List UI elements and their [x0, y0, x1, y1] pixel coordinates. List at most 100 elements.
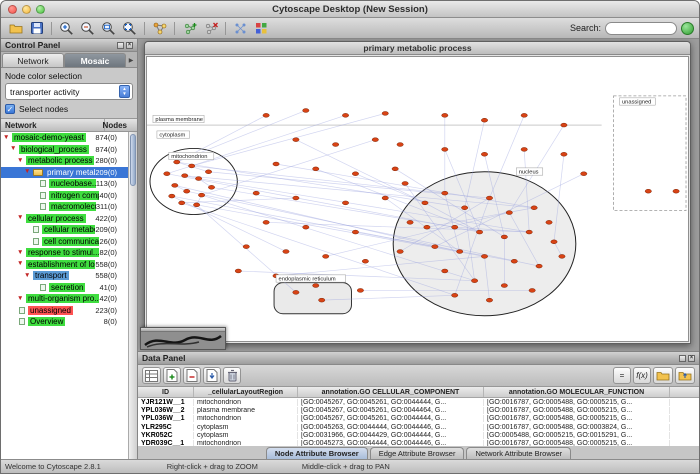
network-node[interactable] — [442, 269, 448, 273]
network-node[interactable] — [283, 250, 289, 254]
tree-scrollbar[interactable] — [128, 132, 137, 459]
network-node[interactable] — [169, 194, 175, 198]
tab-node-attribute-browser[interactable]: Node Attribute Browser — [266, 447, 368, 459]
tab-mosaic[interactable]: Mosaic — [64, 53, 126, 67]
network-node[interactable] — [397, 143, 403, 147]
network-node[interactable] — [198, 193, 204, 197]
tree-row-metabolic-process[interactable]: ▼metabolic process280(0) — [1, 155, 128, 167]
network-view-title[interactable]: primary metabolic process — [145, 42, 690, 55]
tree-row-cellular-process[interactable]: ▼cellular process422(0) — [1, 213, 128, 225]
network-node[interactable] — [461, 206, 467, 210]
network-node[interactable] — [526, 230, 532, 234]
import-attribute-icon[interactable] — [203, 367, 221, 384]
network-node[interactable] — [303, 109, 309, 113]
tree-row-primary-metabo[interactable]: ▼primary metabo...209(0) — [1, 167, 128, 179]
network-node[interactable] — [164, 172, 170, 176]
network-node[interactable] — [561, 152, 567, 156]
network-node[interactable] — [357, 288, 363, 292]
zoom-window-button[interactable] — [36, 5, 45, 14]
table-row[interactable]: YPL036W__1mitochondrion[GO:0045267, GO:0… — [138, 415, 699, 423]
close-window-button[interactable] — [8, 5, 17, 14]
network-node[interactable] — [208, 185, 214, 189]
network-node[interactable] — [243, 245, 249, 249]
network-node[interactable] — [273, 162, 279, 166]
network-node[interactable] — [407, 220, 413, 224]
network-node[interactable] — [174, 160, 180, 164]
tree-row-transport[interactable]: ▼transport558(0) — [1, 270, 128, 282]
network-node[interactable] — [546, 220, 552, 224]
network-node[interactable] — [179, 201, 185, 205]
destroy-network-icon[interactable] — [201, 20, 220, 37]
tree-row-multi-organism-pro[interactable]: ▼multi-organism pro...42(0) — [1, 293, 128, 305]
tab-overflow-arrow-icon[interactable]: ▶ — [126, 53, 136, 67]
zoom-in-icon[interactable] — [57, 20, 76, 37]
float-panel-icon[interactable] — [679, 355, 686, 362]
network-node[interactable] — [392, 167, 398, 171]
network-node[interactable] — [529, 288, 535, 292]
network-node[interactable] — [263, 220, 269, 224]
overview-network-window[interactable] — [140, 327, 226, 350]
tree-row-response-to-stimul[interactable]: ▼response to stimul...82(0) — [1, 247, 128, 259]
tree-row-establishment-of-lo[interactable]: ▼establishment of lo...558(0) — [1, 259, 128, 271]
network-node[interactable] — [673, 189, 679, 193]
network-node[interactable] — [205, 170, 211, 174]
equation-button[interactable]: = — [613, 367, 631, 384]
network-node[interactable] — [581, 172, 587, 176]
table-row[interactable]: YJR121W__1mitochondrion[GO:0045267, GO:0… — [138, 398, 699, 406]
network-node[interactable] — [382, 111, 388, 115]
expand-triangle-icon[interactable]: ▼ — [17, 249, 26, 257]
network-node[interactable] — [422, 201, 428, 205]
network-node[interactable] — [402, 181, 408, 185]
tree-scrollbar-thumb[interactable] — [130, 134, 136, 186]
column-header-1[interactable]: _cellularLayoutRegion — [194, 387, 298, 397]
open-session-icon[interactable] — [6, 20, 25, 37]
network-node[interactable] — [442, 113, 448, 117]
network-node[interactable] — [352, 172, 358, 176]
tree-row-cellular-metabo[interactable]: ▼cellular metabo...209(0) — [1, 224, 128, 236]
network-node[interactable] — [235, 269, 241, 273]
network-node[interactable] — [452, 293, 458, 297]
network-node[interactable] — [313, 167, 319, 171]
network-node[interactable] — [501, 235, 507, 239]
save-session-icon[interactable] — [27, 20, 46, 37]
network-node[interactable] — [293, 138, 299, 142]
table-row[interactable]: YPL036W__2plasma membrane[GO:0045267, GO… — [138, 406, 699, 414]
network-node[interactable] — [506, 211, 512, 215]
delete-attribute-icon[interactable] — [183, 367, 201, 384]
network-node[interactable] — [432, 245, 438, 249]
attribute-list-icon[interactable] — [142, 367, 161, 384]
expand-triangle-icon[interactable]: ▼ — [3, 134, 12, 142]
float-panel-icon[interactable] — [117, 42, 124, 49]
network-node[interactable] — [182, 174, 188, 178]
network-node[interactable] — [397, 250, 403, 254]
function-builder-button[interactable]: f(x) — [633, 367, 651, 384]
expand-triangle-icon[interactable]: ▼ — [10, 145, 19, 153]
expand-triangle-icon[interactable]: ▼ — [17, 295, 26, 303]
expand-triangle-icon[interactable]: ▼ — [17, 260, 26, 268]
trash-icon[interactable] — [223, 367, 241, 384]
network-view-window[interactable]: primary metabolic process plasma membran… — [144, 41, 691, 344]
network-node[interactable] — [521, 113, 527, 117]
table-row[interactable]: YLR295Ccytoplasm[GO:0045263, GO:0044444,… — [138, 423, 699, 431]
new-network-icon[interactable] — [180, 20, 199, 37]
search-input[interactable] — [605, 22, 677, 35]
network-node[interactable] — [551, 240, 557, 244]
network-node[interactable] — [342, 201, 348, 205]
tab-network-attribute-browser[interactable]: Network Attribute Browser — [466, 447, 571, 459]
vizmapper-icon[interactable] — [252, 20, 271, 37]
network-node[interactable] — [362, 259, 368, 263]
network-node[interactable] — [645, 189, 651, 193]
network-node[interactable] — [195, 177, 201, 181]
network-node[interactable] — [457, 250, 463, 254]
network-node[interactable] — [188, 164, 194, 168]
tree-row-unassigned[interactable]: ▼unassigned223(0) — [1, 305, 128, 317]
minimize-window-button[interactable] — [22, 5, 31, 14]
tree-row-mosaic-demo-yeast[interactable]: ▼mosaic-demo-yeast874(0) — [1, 132, 128, 144]
network-node[interactable] — [193, 203, 199, 207]
expand-triangle-icon[interactable]: ▼ — [24, 272, 33, 280]
tab-edge-attribute-browser[interactable]: Edge Attribute Browser — [370, 447, 465, 459]
network-node[interactable] — [501, 284, 507, 288]
create-attribute-icon[interactable] — [163, 367, 181, 384]
network-node[interactable] — [323, 254, 329, 258]
window-titlebar[interactable]: Cytoscape Desktop (New Session) — [1, 1, 699, 18]
